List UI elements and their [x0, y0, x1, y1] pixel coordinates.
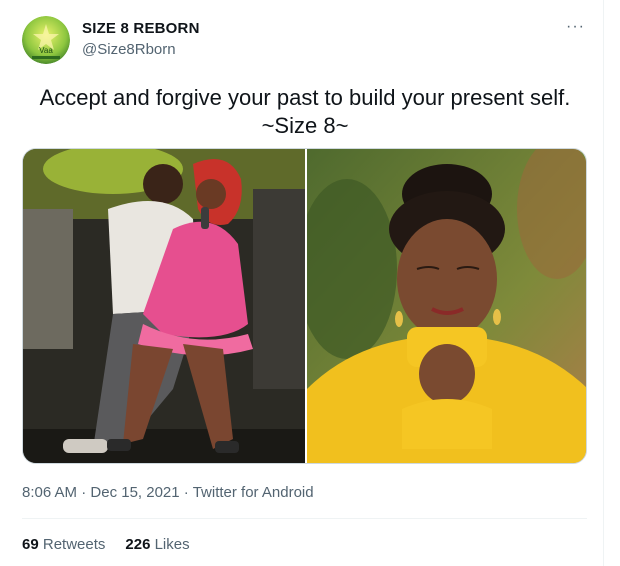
tweet-date[interactable]: Dec 15, 2021	[90, 484, 179, 501]
tweet-stats: 69 Retweets 226 Likes	[22, 536, 190, 553]
tweet-text-line-1: Accept and forgive your past to build yo…	[39, 85, 571, 110]
likes-count: 226	[125, 536, 151, 553]
more-options-icon[interactable]: ···	[566, 18, 585, 36]
retweets-label: Retweets	[42, 536, 106, 553]
tweet-time[interactable]: 8:06 AM	[22, 484, 77, 501]
tweet-media	[22, 148, 587, 464]
tweet-metadata: 8:06 AM · Dec 15, 2021 · Twitter for And…	[22, 484, 314, 501]
separator: ·	[183, 484, 189, 501]
tweet-source[interactable]: Twitter for Android	[193, 484, 314, 501]
avatar-image: Vaa	[22, 16, 70, 64]
photo-portrait-image	[307, 149, 586, 463]
likes-stat[interactable]: 226 Likes	[125, 536, 189, 553]
tweet-text-line-2: ~Size 8~	[261, 113, 349, 138]
photo-performance-image	[23, 149, 305, 463]
avatar[interactable]: Vaa	[22, 16, 70, 64]
avatar-logo-text: Vaa	[39, 46, 53, 55]
tweet-card: Vaa SIZE 8 REBORN @Size8Rborn ··· Accept…	[0, 0, 604, 566]
tweet-text: Accept and forgive your past to build yo…	[22, 84, 588, 140]
likes-label: Likes	[154, 536, 190, 553]
author-handle[interactable]: @Size8Rborn	[82, 41, 176, 58]
retweets-stat[interactable]: 69 Retweets	[22, 536, 105, 553]
retweets-count: 69	[22, 536, 39, 553]
photo-performance[interactable]	[23, 149, 305, 463]
photo-portrait[interactable]	[307, 149, 586, 463]
divider	[22, 518, 587, 519]
separator: ·	[81, 484, 87, 501]
author-display-name[interactable]: SIZE 8 REBORN	[82, 20, 200, 37]
